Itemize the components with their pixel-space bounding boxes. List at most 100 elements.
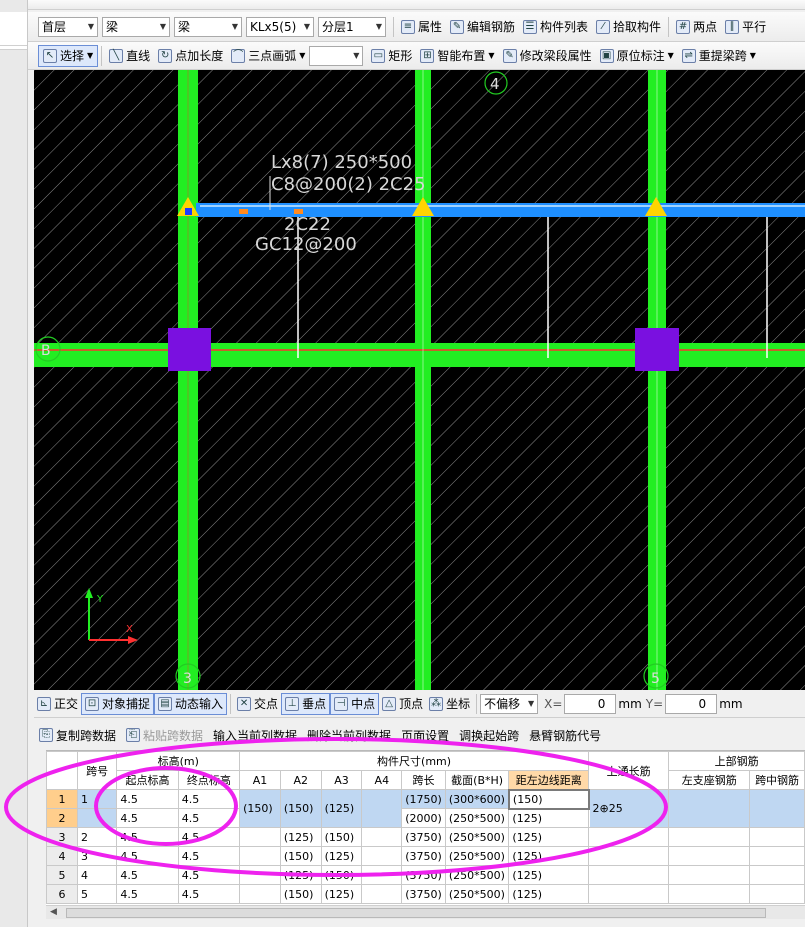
start-elev-cell[interactable]: 4.5 xyxy=(116,865,179,885)
intersection-snap[interactable]: ✕ 交点 xyxy=(234,693,281,715)
end-elev-cell[interactable]: 4.5 xyxy=(177,808,241,828)
input-column-data-button[interactable]: 输入当前列数据 xyxy=(208,724,302,746)
a3-cell[interactable]: (125) xyxy=(320,846,363,866)
top-through-cell[interactable] xyxy=(588,865,670,885)
section-cell[interactable]: (250*500) xyxy=(444,865,510,885)
span-length-cell[interactable]: (3750) xyxy=(401,846,446,866)
dist-left-cell[interactable]: (125) xyxy=(508,865,590,885)
top-through-cell[interactable] xyxy=(588,846,670,866)
component-list-button[interactable]: ☰ 构件列表 xyxy=(519,16,592,38)
span-cell[interactable]: 1 xyxy=(76,789,118,809)
horizontal-scrollbar[interactable]: ◀ xyxy=(46,905,805,919)
top-through-cell[interactable] xyxy=(588,884,670,904)
end-elev-cell[interactable]: 4.5 xyxy=(177,865,241,885)
two-point-button[interactable]: # 两点 xyxy=(672,16,721,38)
left-support-cell[interactable] xyxy=(668,865,751,885)
a2-cell[interactable]: (150) xyxy=(279,846,322,866)
top-through-cell[interactable] xyxy=(588,827,670,847)
section-cell[interactable]: (300*600) xyxy=(444,789,510,809)
a1-cell[interactable] xyxy=(239,865,281,885)
vertex-snap[interactable]: △ 顶点 xyxy=(379,693,426,715)
start-elev-cell[interactable]: 4.5 xyxy=(116,808,179,828)
line-button[interactable]: ╲ 直线 xyxy=(105,45,154,67)
a2-cell[interactable]: (150) xyxy=(279,884,322,904)
span-cell[interactable]: 2 xyxy=(76,827,118,847)
span-cell[interactable] xyxy=(76,808,118,828)
delete-column-data-button[interactable]: 删除当前列数据 xyxy=(302,724,396,746)
section-cell[interactable]: (250*500) xyxy=(444,846,510,866)
grip-point[interactable] xyxy=(185,208,192,215)
mid-span-cell[interactable] xyxy=(749,865,805,885)
page-setup-button[interactable]: 页面设置 xyxy=(396,724,454,746)
mid-span-cell[interactable] xyxy=(749,846,805,866)
end-elev-cell[interactable]: 4.5 xyxy=(177,789,241,809)
scrollbar-thumb[interactable] xyxy=(66,908,766,918)
section-cell[interactable]: (250*500) xyxy=(444,827,510,847)
paste-span-data-button[interactable]: ⎗ 粘贴跨数据 xyxy=(121,724,208,746)
ortho-toggle[interactable]: ⊾ 正交 xyxy=(34,693,81,715)
midpoint-snap[interactable]: ⊣ 中点 xyxy=(330,692,380,715)
a4-cell[interactable] xyxy=(361,865,403,885)
a4-cell[interactable] xyxy=(361,789,403,828)
span-cell[interactable]: 5 xyxy=(76,884,118,904)
column[interactable] xyxy=(168,328,211,371)
dynamic-input-toggle[interactable]: ▤ 动态输入 xyxy=(154,692,228,715)
end-elev-cell[interactable]: 4.5 xyxy=(177,846,241,866)
parallel-button[interactable]: ∥ 平行 xyxy=(721,16,770,38)
a4-cell[interactable] xyxy=(361,884,403,904)
span-length-cell[interactable]: (3750) xyxy=(401,827,446,847)
offset-mode-select[interactable]: 不偏移 ▼ xyxy=(480,693,539,714)
coordinate-snap[interactable]: ⁂ 坐标 xyxy=(426,693,473,715)
a2-cell[interactable]: (125) xyxy=(279,865,322,885)
start-elev-cell[interactable]: 4.5 xyxy=(116,846,179,866)
in-situ-label-button[interactable]: ▣ 原位标注 ▼ xyxy=(596,45,678,67)
section-cell[interactable]: (250*500) xyxy=(444,808,510,828)
dist-left-cell[interactable]: (150) xyxy=(507,788,590,810)
perpendicular-snap[interactable]: ⊥ 垂点 xyxy=(281,692,331,715)
mid-span-cell[interactable] xyxy=(749,884,805,904)
component-select[interactable]: KLx5(5) ▼ xyxy=(246,16,314,37)
pick-component-button[interactable]: ⁄ 拾取构件 xyxy=(592,16,665,38)
a2-cell[interactable]: (125) xyxy=(279,827,322,847)
dist-left-cell[interactable]: (125) xyxy=(508,808,590,828)
a4-cell[interactable] xyxy=(361,846,403,866)
section-cell[interactable]: (250*500) xyxy=(444,884,510,904)
table-row[interactable]: 4 3 4.5 4.5 (150) (125) (3750) (250*500)… xyxy=(46,846,805,866)
drawing-canvas[interactable]: Lx8(7) 250*500 C8@200(2) 2C25 2C22 GC12@… xyxy=(34,70,805,690)
type-select[interactable]: 梁 ▼ xyxy=(174,16,242,37)
dist-left-cell[interactable]: (125) xyxy=(508,884,590,904)
a3-cell[interactable]: (150) xyxy=(320,865,363,885)
select-button[interactable]: ↖ 选择 ▼ xyxy=(38,44,99,67)
left-support-cell[interactable] xyxy=(668,884,751,904)
layer-select[interactable]: 分层1 ▼ xyxy=(318,16,386,37)
a1-cell[interactable]: (150) xyxy=(239,789,281,828)
x-coord-input[interactable]: 0 xyxy=(564,693,617,714)
span-cell[interactable]: 3 xyxy=(76,846,118,866)
scroll-left-icon[interactable]: ◀ xyxy=(50,907,57,917)
property-button[interactable]: ≡ 属性 xyxy=(397,16,446,38)
dist-left-cell[interactable]: (125) xyxy=(508,827,590,847)
span-length-cell[interactable]: (1750) xyxy=(401,789,446,809)
span-length-cell[interactable]: (2000) xyxy=(401,808,446,828)
span-cell[interactable]: 4 xyxy=(76,865,118,885)
span-length-cell[interactable]: (3750) xyxy=(401,865,446,885)
beam-line-axis-b[interactable] xyxy=(34,343,805,367)
a3-cell[interactable]: (125) xyxy=(320,789,363,828)
grip-point[interactable] xyxy=(239,209,248,214)
three-point-arc-button[interactable]: ⌒ 三点画弧 ▼ xyxy=(227,45,309,67)
mid-span-cell[interactable] xyxy=(749,827,805,847)
end-elev-cell[interactable]: 4.5 xyxy=(177,884,241,904)
table-row[interactable]: 6 5 4.5 4.5 (150) (125) (3750) (250*500)… xyxy=(46,884,805,904)
start-elev-cell[interactable]: 4.5 xyxy=(116,827,179,847)
re-extract-span-button[interactable]: ⇌ 重提梁跨 ▼ xyxy=(678,45,760,67)
start-elev-cell[interactable]: 4.5 xyxy=(116,789,179,809)
span-length-cell[interactable]: (3750) xyxy=(401,884,446,904)
a4-cell[interactable] xyxy=(361,827,403,847)
table-row[interactable]: 3 2 4.5 4.5 (125) (150) (3750) (250*500)… xyxy=(46,827,805,847)
a1-cell[interactable] xyxy=(239,846,281,866)
end-elev-cell[interactable]: 4.5 xyxy=(177,827,241,847)
column[interactable] xyxy=(635,328,679,371)
y-coord-input[interactable]: 0 xyxy=(665,693,718,714)
left-support-cell[interactable] xyxy=(668,846,751,866)
rectangle-button[interactable]: ▭ 矩形 xyxy=(367,45,416,67)
